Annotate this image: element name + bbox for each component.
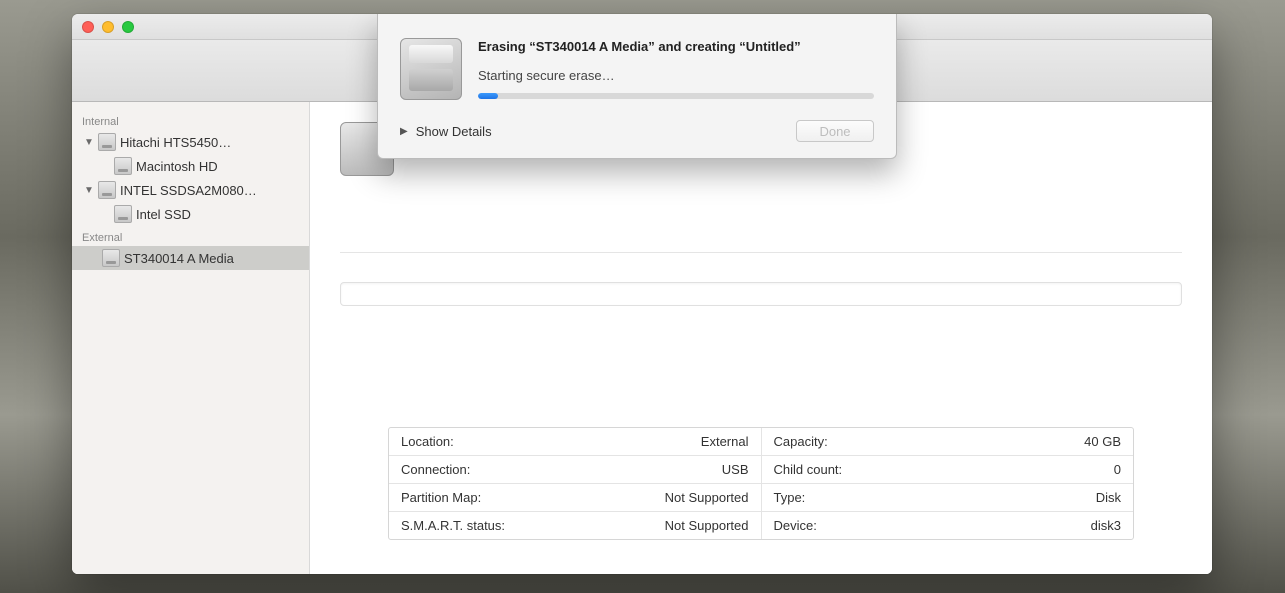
chevron-down-icon[interactable]: ▼ xyxy=(84,137,94,148)
sidebar-item-label: Hitachi HTS5450… xyxy=(120,135,231,150)
info-key: Connection: xyxy=(401,462,470,477)
chevron-down-icon[interactable]: ▼ xyxy=(84,185,94,196)
table-row: Location: External Capacity: 40 GB xyxy=(389,428,1133,455)
info-cell-partition-map: Partition Map: Not Supported xyxy=(389,484,761,511)
progress-bar xyxy=(478,93,874,99)
disk-icon xyxy=(102,249,120,267)
sidebar-header-internal: Internal xyxy=(72,110,309,130)
close-window-button[interactable] xyxy=(82,21,94,33)
show-details-toggle[interactable]: ▶ Show Details xyxy=(400,124,492,139)
disk-icon xyxy=(400,38,462,100)
divider xyxy=(340,252,1182,253)
erase-progress-dialog: Erasing “ST340014 A Media” and creating … xyxy=(377,14,897,159)
sidebar: Internal ▼ Hitachi HTS5450… Macintosh HD… xyxy=(72,102,310,574)
info-value: Disk xyxy=(1096,490,1121,505)
usage-bar xyxy=(340,282,1182,306)
table-row: Partition Map: Not Supported Type: Disk xyxy=(389,483,1133,511)
minimize-window-button[interactable] xyxy=(102,21,114,33)
info-cell-connection: Connection: USB xyxy=(389,456,761,483)
disk-icon xyxy=(114,205,132,223)
disk-utility-window: Disk Utility ✚ First Aid ◔ Partition ▭ E… xyxy=(72,14,1212,574)
info-value: Not Supported xyxy=(665,490,749,505)
info-key: Location: xyxy=(401,434,454,449)
sidebar-item-intel[interactable]: ▼ INTEL SSDSA2M080… xyxy=(72,178,309,202)
table-row: S.M.A.R.T. status: Not Supported Device:… xyxy=(389,511,1133,539)
info-cell-smart: S.M.A.R.T. status: Not Supported xyxy=(389,512,761,539)
info-cell-device: Device: disk3 xyxy=(761,512,1134,539)
info-value: External xyxy=(701,434,749,449)
info-key: Capacity: xyxy=(774,434,828,449)
sidebar-item-hitachi[interactable]: ▼ Hitachi HTS5450… xyxy=(72,130,309,154)
info-value: 0 xyxy=(1114,462,1121,477)
info-value: 40 GB xyxy=(1084,434,1121,449)
show-details-label: Show Details xyxy=(416,124,492,139)
info-key: S.M.A.R.T. status: xyxy=(401,518,505,533)
window-body: Internal ▼ Hitachi HTS5450… Macintosh HD… xyxy=(72,102,1212,574)
info-cell-capacity: Capacity: 40 GB xyxy=(761,428,1134,455)
disk-icon xyxy=(114,157,132,175)
sidebar-item-macintosh-hd[interactable]: Macintosh HD xyxy=(72,154,309,178)
sidebar-item-intel-ssd[interactable]: Intel SSD xyxy=(72,202,309,226)
disk-icon xyxy=(98,181,116,199)
disk-info-table: Location: External Capacity: 40 GB Conne… xyxy=(388,427,1134,540)
sidebar-item-label: INTEL SSDSA2M080… xyxy=(120,183,257,198)
dialog-title: Erasing “ST340014 A Media” and creating … xyxy=(478,38,874,56)
info-cell-type: Type: Disk xyxy=(761,484,1134,511)
sidebar-header-external: External xyxy=(72,226,309,246)
info-value: USB xyxy=(722,462,749,477)
sidebar-item-label: ST340014 A Media xyxy=(124,251,234,266)
info-key: Partition Map: xyxy=(401,490,481,505)
info-cell-location: Location: External xyxy=(389,428,761,455)
disk-icon xyxy=(98,133,116,151)
sidebar-item-label: Macintosh HD xyxy=(136,159,218,174)
info-value: disk3 xyxy=(1091,518,1121,533)
done-button: Done xyxy=(796,120,874,142)
table-row: Connection: USB Child count: 0 xyxy=(389,455,1133,483)
chevron-right-icon: ▶ xyxy=(400,126,408,137)
sidebar-item-label: Intel SSD xyxy=(136,207,191,222)
info-cell-child-count: Child count: 0 xyxy=(761,456,1134,483)
info-value: Not Supported xyxy=(665,518,749,533)
done-label: Done xyxy=(819,124,850,139)
dialog-status: Starting secure erase… xyxy=(478,68,874,83)
info-key: Device: xyxy=(774,518,817,533)
zoom-window-button[interactable] xyxy=(122,21,134,33)
main-content: Location: External Capacity: 40 GB Conne… xyxy=(310,102,1212,574)
sidebar-item-st340014[interactable]: ST340014 A Media xyxy=(72,246,309,270)
info-key: Child count: xyxy=(774,462,843,477)
traffic-lights xyxy=(82,21,134,33)
info-key: Type: xyxy=(774,490,806,505)
progress-fill xyxy=(478,93,498,99)
